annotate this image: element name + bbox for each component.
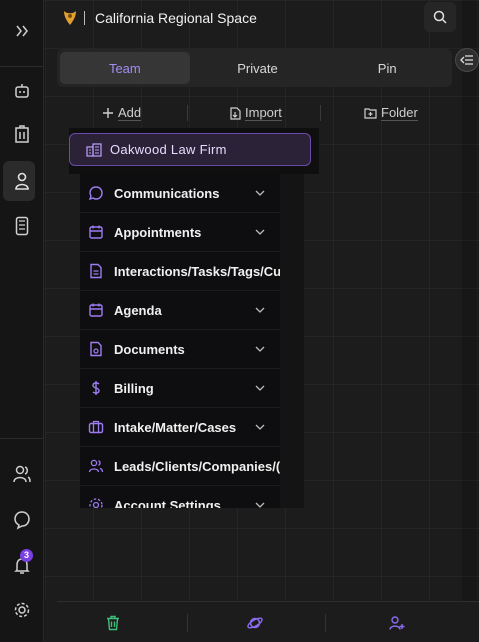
add-button[interactable]: Add bbox=[102, 102, 142, 124]
chevron-down-icon bbox=[254, 190, 266, 196]
menu-item-label: Leads/Clients/Companies/( bbox=[114, 458, 280, 474]
chat-bubble-icon bbox=[88, 185, 104, 201]
menu-item-agenda[interactable]: Agenda bbox=[80, 291, 280, 330]
trash-button[interactable] bbox=[104, 614, 122, 632]
import-file-icon bbox=[230, 106, 241, 120]
add-contact-button[interactable] bbox=[388, 614, 406, 632]
menu-scroll-track[interactable] bbox=[280, 174, 304, 508]
settings-cog-icon[interactable] bbox=[8, 596, 36, 624]
explore-button[interactable] bbox=[246, 614, 264, 632]
tab-pin[interactable]: Pin bbox=[322, 49, 452, 87]
menu-item-label: Communications bbox=[114, 185, 220, 201]
briefcase-icon bbox=[88, 419, 104, 435]
menu-item-documents[interactable]: Documents bbox=[80, 330, 280, 369]
folder-button[interactable]: Folder bbox=[364, 102, 418, 124]
workspace-logo-icon bbox=[62, 9, 78, 27]
menu-item-account-settings[interactable]: Account Settings bbox=[80, 486, 280, 508]
office-building-icon bbox=[86, 142, 102, 157]
chevron-down-icon bbox=[254, 502, 266, 508]
left-rail: 3 bbox=[0, 0, 44, 642]
file-icon bbox=[88, 341, 104, 357]
tab-team[interactable]: Team bbox=[60, 52, 190, 84]
collapse-list-icon bbox=[460, 55, 473, 65]
users-icon bbox=[88, 458, 104, 474]
user-plus-icon bbox=[389, 616, 405, 630]
search-icon bbox=[433, 10, 447, 24]
menu-item-label: Appointments bbox=[114, 224, 202, 240]
menu-item-billing[interactable]: Billing bbox=[80, 369, 280, 408]
menu-item-label: Documents bbox=[114, 341, 185, 357]
menu-item-label: Agenda bbox=[114, 302, 162, 318]
search-button[interactable] bbox=[424, 2, 456, 32]
module-menu: Communications Appointments Interactions… bbox=[80, 174, 280, 508]
menu-item-label: Interactions/Tasks/Tags/Cu bbox=[114, 263, 280, 279]
menu-item-leads[interactable]: Leads/Clients/Companies/( bbox=[80, 447, 280, 486]
menu-item-label: Account Settings bbox=[114, 497, 221, 509]
menu-item-label: Intake/Matter/Cases bbox=[114, 419, 237, 435]
menu-item-intake[interactable]: Intake/Matter/Cases bbox=[80, 408, 280, 447]
import-button[interactable]: Import bbox=[229, 102, 282, 124]
organization-name: Oakwood Law Firm bbox=[110, 142, 227, 157]
person-icon[interactable] bbox=[8, 167, 36, 195]
add-label: Add bbox=[118, 105, 142, 121]
chevron-down-icon bbox=[254, 346, 266, 352]
menu-item-label: Billing bbox=[114, 380, 154, 396]
calendar-icon bbox=[88, 302, 104, 318]
header-divider bbox=[84, 11, 85, 25]
phone-grid-icon[interactable] bbox=[8, 212, 36, 240]
panel-footer bbox=[57, 601, 479, 642]
scope-tabs: Team Private Pin bbox=[57, 49, 452, 87]
robot-icon[interactable] bbox=[8, 77, 36, 105]
workspace-title: California Regional Space bbox=[95, 10, 257, 26]
organization-item[interactable]: Oakwood Law Firm bbox=[69, 133, 311, 166]
notification-badge: 3 bbox=[20, 549, 33, 562]
import-label: Import bbox=[245, 105, 282, 121]
dollar-icon bbox=[88, 380, 104, 396]
building-icon[interactable] bbox=[8, 120, 36, 148]
chat-icon[interactable] bbox=[8, 506, 36, 534]
menu-item-appointments[interactable]: Appointments bbox=[80, 213, 280, 252]
menu-item-interactions[interactable]: Interactions/Tasks/Tags/Cu bbox=[80, 252, 280, 291]
gear-icon bbox=[88, 497, 104, 508]
trash-icon bbox=[107, 615, 119, 631]
chevron-down-icon bbox=[254, 385, 266, 391]
folder-label: Folder bbox=[381, 105, 418, 121]
plus-icon bbox=[103, 108, 113, 118]
calendar-icon bbox=[88, 224, 104, 240]
folder-plus-icon bbox=[364, 108, 377, 119]
action-bar: Add Import Folder bbox=[58, 102, 458, 124]
chevron-down-icon bbox=[254, 424, 266, 430]
collapse-panel-button[interactable] bbox=[455, 48, 479, 72]
chevron-down-icon bbox=[254, 229, 266, 235]
menu-item-communications[interactable]: Communications bbox=[80, 174, 280, 213]
chevron-down-icon bbox=[254, 307, 266, 313]
tab-private[interactable]: Private bbox=[193, 49, 323, 87]
planet-icon bbox=[247, 617, 263, 629]
workspace-header: California Regional Space bbox=[58, 0, 462, 36]
document-icon bbox=[88, 263, 104, 279]
expand-chevrons-icon[interactable] bbox=[8, 17, 36, 45]
contacts-icon[interactable] bbox=[8, 460, 36, 488]
